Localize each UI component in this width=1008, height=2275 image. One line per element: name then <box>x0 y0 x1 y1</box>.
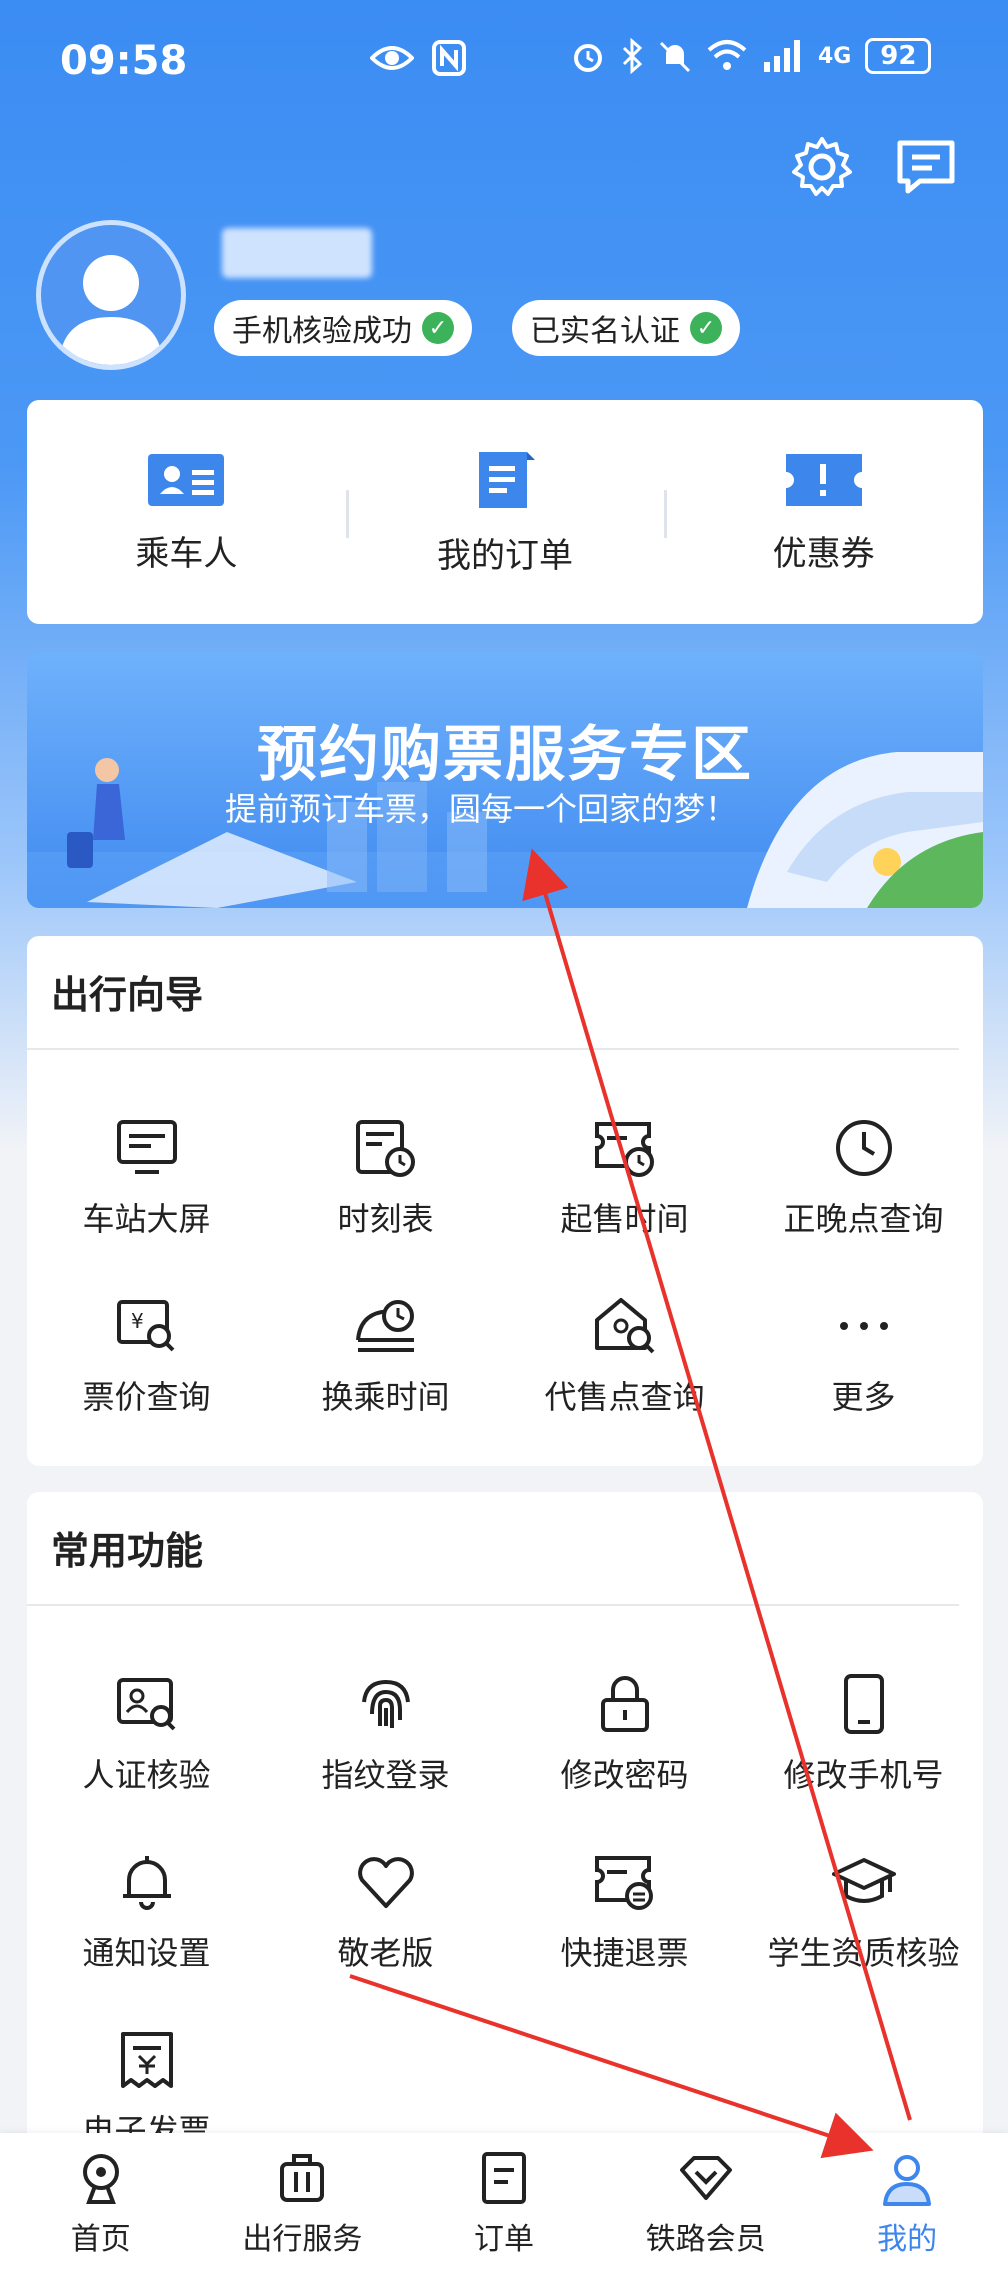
phone-verified-badge: 手机核验成功 ✓ <box>214 300 472 356</box>
bell-icon <box>122 1856 171 1910</box>
banner-title: 预约购票服务专区 <box>257 720 753 790</box>
mute-bell-icon <box>659 41 691 73</box>
reservation-banner[interactable]: 预约购票服务专区 提前预订车票，圆每一个回家的梦！ <box>27 652 983 908</box>
func-item-elderly-mode[interactable]: 敬老版 <box>266 1842 505 2020</box>
lock-icon <box>600 1676 649 1732</box>
luggage-icon <box>280 2154 325 2202</box>
eye-icon <box>370 46 414 70</box>
quick-item-passengers[interactable]: 乘车人 <box>27 400 346 624</box>
refund-ticket-icon <box>594 1856 653 1910</box>
price-search-icon: ¥ <box>116 1300 174 1352</box>
func-item-change-password[interactable]: 修改密码 <box>505 1664 744 1842</box>
tab-orders[interactable]: 订单 <box>403 2133 605 2275</box>
tab-home[interactable]: 首页 <box>0 2133 202 2275</box>
username-blurred <box>222 228 372 278</box>
section-divider <box>27 1048 959 1050</box>
coupon-icon <box>785 453 862 506</box>
timetable-icon <box>355 1120 415 1177</box>
battery-indicator: 92 <box>865 38 932 74</box>
travel-item-station-screen[interactable]: 车站大屏 <box>27 1108 266 1286</box>
heart-icon <box>357 1857 414 1908</box>
banner-subtitle: 提前预订车票，圆每一个回家的梦！ <box>225 790 738 828</box>
more-icon <box>839 1322 888 1330</box>
diamond-icon <box>679 2156 732 2200</box>
travel-item-agency-query[interactable]: 代售点查询 <box>505 1286 744 1464</box>
realname-verified-badge: 已实名认证 ✓ <box>512 300 740 356</box>
ticket-clock-icon <box>594 1122 654 1177</box>
document-icon <box>479 451 535 508</box>
common-functions-section: 常用功能 人证核验 指纹登录 修改密码 修改手机号 通知设置 敬老版 快捷退票 … <box>27 1492 983 2192</box>
house-search-icon <box>594 1298 654 1354</box>
home-icon <box>82 2154 119 2204</box>
check-icon: ✓ <box>690 312 722 344</box>
travel-guide-section: 出行向导 车站大屏 时刻表 起售时间 正晚点查询 ¥ 票价查询 换乘时间 代售点… <box>27 936 983 1466</box>
tab-travel-services[interactable]: 出行服务 <box>202 2133 404 2275</box>
func-item-quick-refund[interactable]: 快捷退票 <box>505 1842 744 2020</box>
travel-item-price-query[interactable]: ¥ 票价查询 <box>27 1286 266 1464</box>
status-time: 09:58 <box>60 38 188 84</box>
func-item-change-phone[interactable]: 修改手机号 <box>744 1664 983 1842</box>
func-item-id-verify[interactable]: 人证核验 <box>27 1664 266 1842</box>
phone-icon <box>843 1674 884 1734</box>
avatar[interactable] <box>36 220 186 370</box>
travel-item-transfer-time[interactable]: 换乘时间 <box>266 1286 505 1464</box>
func-item-notification-settings[interactable]: 通知设置 <box>27 1842 266 2020</box>
id-card-icon <box>148 453 225 506</box>
gear-icon[interactable] <box>790 135 854 199</box>
nfc-icon <box>432 40 466 76</box>
alarm-icon <box>574 44 602 72</box>
quick-access-card: 乘车人 我的订单 优惠券 <box>27 400 983 624</box>
bluetooth-icon <box>622 38 643 74</box>
travel-item-timetable[interactable]: 时刻表 <box>266 1108 505 1286</box>
graduation-cap-icon <box>831 1858 896 1903</box>
network-type: 4G <box>818 43 852 69</box>
fingerprint-icon <box>361 1679 410 1728</box>
travel-item-sale-time[interactable]: 起售时间 <box>505 1108 744 1286</box>
user-icon <box>883 2155 932 2206</box>
signal-icon <box>764 40 800 72</box>
id-verify-icon <box>116 1678 175 1731</box>
clock-icon <box>835 1120 892 1176</box>
func-item-student-verify[interactable]: 学生资质核验 <box>744 1842 983 2020</box>
message-icon[interactable] <box>894 135 958 199</box>
order-icon <box>481 2152 526 2204</box>
bottom-tab-bar: 首页 出行服务 订单 铁路会员 我的 <box>0 2133 1008 2275</box>
wifi-icon <box>707 40 747 70</box>
travel-item-more[interactable]: 更多 <box>744 1286 983 1464</box>
svg-text:¥: ¥ <box>131 1309 144 1333</box>
check-icon: ✓ <box>422 312 454 344</box>
tab-railway-membership[interactable]: 铁路会员 <box>605 2133 807 2275</box>
travel-item-delay-query[interactable]: 正晚点查询 <box>744 1108 983 1286</box>
section-divider <box>27 1604 959 1606</box>
tab-mine[interactable]: 我的 <box>806 2133 1008 2275</box>
invoice-icon <box>120 2032 173 2088</box>
section-title: 出行向导 <box>51 973 204 1017</box>
quick-item-coupons[interactable]: 优惠券 <box>664 400 983 624</box>
section-title: 常用功能 <box>51 1529 204 1573</box>
monitor-icon <box>116 1120 177 1174</box>
quick-item-orders[interactable]: 我的订单 <box>345 400 665 624</box>
user-silhouette-icon <box>59 255 163 365</box>
train-clock-icon <box>355 1300 414 1352</box>
func-item-fingerprint[interactable]: 指纹登录 <box>266 1664 505 1842</box>
status-bar: 09:58 4G 92 <box>0 0 1008 120</box>
